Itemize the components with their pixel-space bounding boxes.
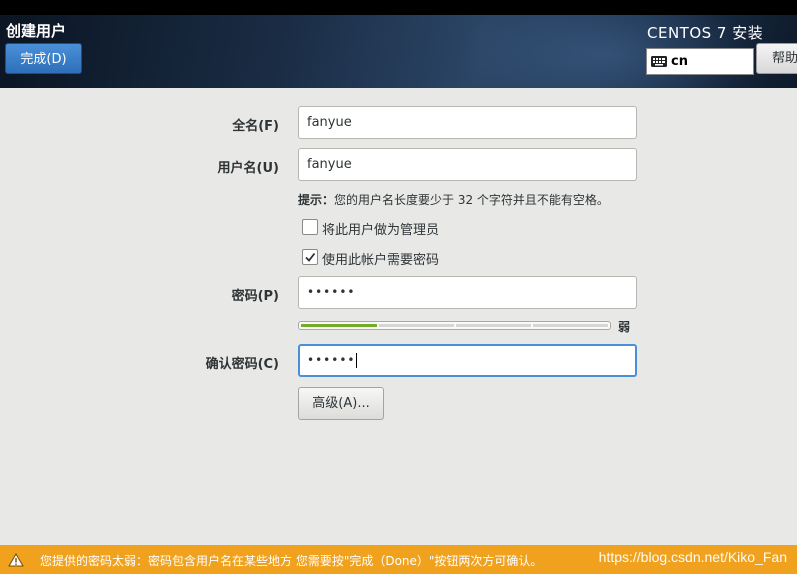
warning-bar[interactable]: 您提供的密码太弱：密码包含用户名在某些地方 您需要按"完成（Done）"按钮两次… [0, 545, 797, 574]
checkmark-icon [305, 252, 316, 262]
fullname-input[interactable]: fanyue [298, 106, 637, 139]
require-password-checkbox-label: 使用此帐户需要密码 [322, 253, 440, 268]
keyboard-layout-indicator[interactable]: cn [646, 48, 754, 75]
fullname-label: 全名(F) [232, 119, 279, 134]
admin-checkbox[interactable] [302, 219, 318, 235]
text-caret [356, 353, 358, 368]
username-input[interactable]: fanyue [298, 148, 637, 181]
fullname-value: fanyue [307, 115, 352, 130]
strength-segment-2 [379, 324, 454, 327]
header-banner: 创建用户 完成(D) CENTOS 7 安装 cn 帮助 [0, 15, 797, 88]
require-password-checkbox[interactable] [302, 249, 318, 265]
advanced-button[interactable]: 高级(A)... [298, 387, 384, 420]
page-title: 创建用户 [6, 22, 67, 40]
username-hint: 提示：您的用户名长度要少于 32 个字符并且不能有空格。 [298, 191, 609, 208]
keyboard-icon [651, 56, 667, 67]
strength-segment-4 [533, 324, 608, 327]
warning-text: 您提供的密码太弱：密码包含用户名在某些地方 您需要按"完成（Done）"按钮两次… [40, 554, 543, 568]
admin-checkbox-label: 将此用户做为管理员 [322, 223, 440, 238]
strength-segment-1 [301, 324, 377, 327]
watermark: https://blog.csdn.net/Kiko_Fan [598, 549, 787, 565]
username-value: fanyue [307, 157, 352, 172]
confirm-password-label: 确认密码(C) [205, 357, 279, 372]
username-label: 用户名(U) [217, 161, 279, 176]
help-button[interactable]: 帮助 [756, 43, 797, 74]
keyboard-layout-label: cn [671, 54, 688, 69]
done-button[interactable]: 完成(D) [5, 43, 82, 74]
password-strength-bar [298, 321, 611, 330]
password-strength-label: 弱 [618, 320, 631, 334]
password-value: •••••• [307, 285, 356, 299]
hint-text: 您的用户名长度要少于 32 个字符并且不能有空格。 [334, 193, 609, 207]
top-black-bar [0, 0, 797, 15]
password-label: 密码(P) [231, 289, 279, 304]
password-input[interactable]: •••••• [298, 276, 637, 309]
confirm-password-input[interactable]: •••••• [298, 344, 637, 377]
strength-segment-3 [456, 324, 531, 327]
install-title: CENTOS 7 安装 [647, 24, 764, 42]
confirm-password-value: •••••• [307, 353, 356, 367]
hint-prefix: 提示： [298, 193, 335, 207]
warning-icon [8, 553, 24, 567]
